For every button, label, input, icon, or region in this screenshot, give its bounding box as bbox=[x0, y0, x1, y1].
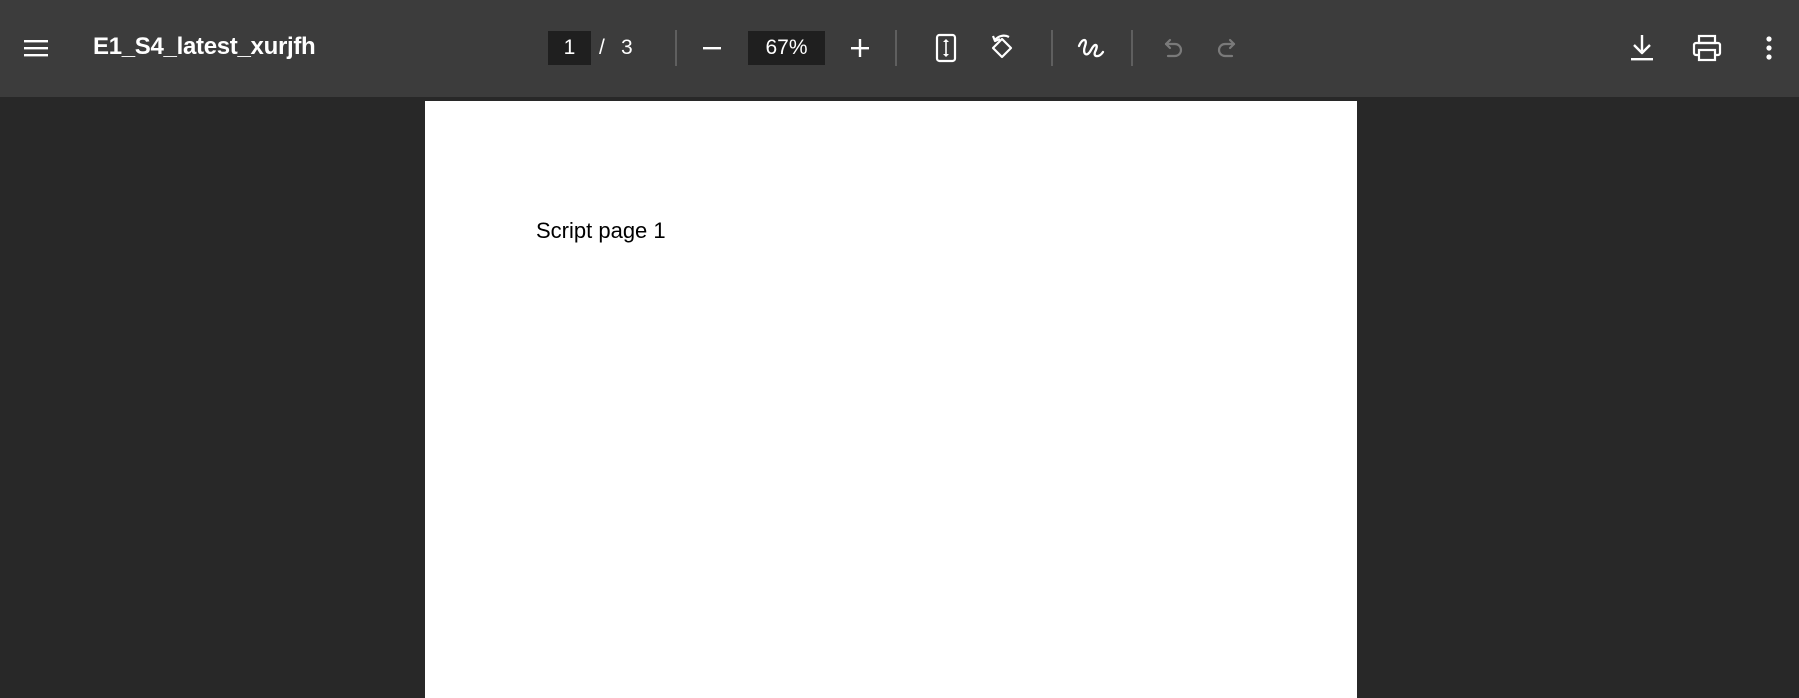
redo-icon bbox=[1217, 38, 1236, 58]
draw-signature-icon bbox=[1077, 38, 1105, 58]
redo-button[interactable] bbox=[1206, 26, 1250, 70]
document-title: E1_S4_latest_xurjfh bbox=[93, 33, 316, 60]
hamburger-menu-icon[interactable] bbox=[14, 26, 58, 70]
pdf-toolbar: E1_S4_latest_xurjfh / 3 bbox=[0, 0, 1799, 97]
zoom-out-button[interactable] bbox=[690, 26, 734, 70]
toolbar-divider bbox=[895, 30, 897, 66]
page-text: Script page 1 bbox=[536, 218, 666, 243]
minus-icon bbox=[703, 47, 721, 50]
undo-button[interactable] bbox=[1150, 26, 1194, 70]
rotate-counterclockwise-icon bbox=[991, 34, 1013, 59]
annotate-button[interactable] bbox=[1069, 26, 1113, 70]
toolbar-divider bbox=[1051, 30, 1053, 66]
toolbar-divider bbox=[1131, 30, 1133, 66]
document-viewer[interactable]: Script page 1 bbox=[0, 97, 1799, 698]
download-icon bbox=[1631, 35, 1653, 61]
fit-to-page-button[interactable] bbox=[924, 26, 968, 70]
zoom-level-input[interactable] bbox=[748, 31, 825, 65]
page-number-input[interactable] bbox=[548, 31, 591, 65]
print-icon bbox=[1692, 34, 1722, 62]
fit-to-page-icon bbox=[935, 33, 957, 63]
print-button[interactable] bbox=[1685, 26, 1729, 70]
download-button[interactable] bbox=[1620, 26, 1664, 70]
zoom-in-button[interactable] bbox=[838, 26, 882, 70]
pdf-page: Script page 1 bbox=[425, 101, 1357, 698]
more-options-button[interactable] bbox=[1747, 26, 1791, 70]
plus-icon bbox=[851, 39, 869, 57]
more-vertical-icon bbox=[1766, 36, 1772, 60]
page-separator: / bbox=[599, 36, 605, 59]
page-total-count: 3 bbox=[621, 36, 633, 59]
rotate-button[interactable] bbox=[980, 26, 1024, 70]
toolbar-divider bbox=[675, 30, 677, 66]
undo-icon bbox=[1164, 38, 1183, 58]
